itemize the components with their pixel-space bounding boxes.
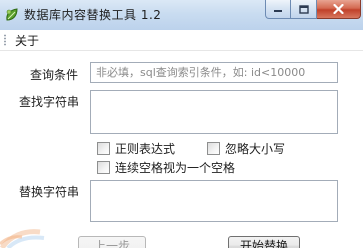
collapse-spaces-checkbox[interactable]	[97, 161, 110, 174]
query-condition-label: 查询条件	[30, 68, 79, 82]
replace-string-textarea[interactable]	[90, 180, 338, 222]
minimize-icon	[274, 10, 282, 12]
ignore-case-checkbox[interactable]	[207, 142, 220, 155]
window-controls	[265, 0, 361, 20]
regex-option[interactable]: 正则表达式	[97, 140, 175, 157]
collapse-spaces-checkbox-label: 连续空格视为一个空格	[115, 161, 236, 175]
close-button[interactable]	[317, 0, 361, 19]
leaf-app-icon	[6, 8, 18, 21]
query-condition-input[interactable]: 非必填，sql查询索引条件，如: id<10000	[90, 62, 338, 83]
replace-string-label: 替换字符串	[19, 185, 80, 199]
close-icon	[333, 4, 344, 14]
ignore-case-option[interactable]: 忽略大小写	[207, 140, 285, 157]
query-condition-placeholder: 非必填，sql查询索引条件，如: id<10000	[96, 66, 306, 79]
menu-bar: 关于	[0, 30, 363, 51]
window-title: 数据库内容替换工具 1.2	[24, 8, 162, 22]
app-window: 数据库内容替换工具 1.2 关于 查询条件 非必填，sql查询索引条件，如: i…	[0, 0, 363, 248]
decorative-swoosh-icon	[0, 229, 45, 248]
regex-checkbox[interactable]	[97, 142, 110, 155]
maximize-icon	[298, 4, 309, 14]
find-string-label: 查找字符串	[19, 95, 80, 109]
previous-step-button[interactable]: 上一步	[78, 236, 146, 248]
title-bar[interactable]: 数据库内容替换工具 1.2	[0, 0, 363, 30]
ignore-case-checkbox-label: 忽略大小写	[225, 142, 286, 156]
find-string-textarea[interactable]	[90, 90, 338, 134]
menu-grip-icon	[4, 34, 6, 46]
start-replace-button[interactable]: 开始替换	[228, 236, 300, 248]
minimize-button[interactable]	[265, 0, 291, 19]
collapse-spaces-option[interactable]: 连续空格视为一个空格	[97, 159, 235, 176]
regex-checkbox-label: 正则表达式	[115, 142, 176, 156]
menu-item-about[interactable]: 关于	[13, 32, 41, 49]
maximize-button[interactable]	[291, 0, 317, 19]
